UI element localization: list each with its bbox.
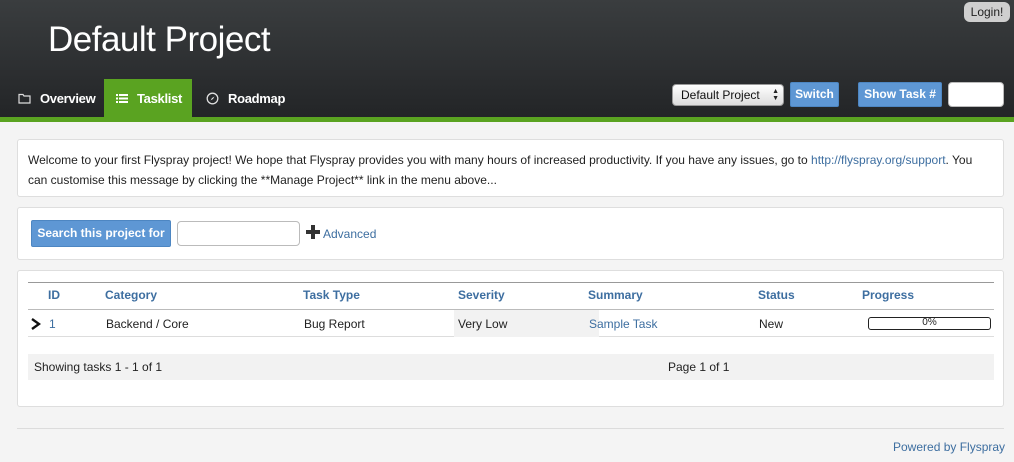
- column-header-status[interactable]: Status: [758, 288, 795, 302]
- page-indicator: Page 1 of 1: [668, 360, 730, 374]
- task-severity: Very Low: [458, 317, 508, 331]
- tab-tasklist[interactable]: Tasklist: [104, 79, 192, 117]
- task-number-input[interactable]: [948, 82, 1004, 107]
- column-header-progress[interactable]: Progress: [862, 288, 914, 302]
- show-task-button[interactable]: Show Task #: [858, 82, 942, 107]
- table-row[interactable]: 1 Backend / Core Bug Report Very Low Sam…: [28, 309, 994, 337]
- updown-arrows-icon: ▲ ▼: [772, 88, 779, 102]
- welcome-message: Welcome to your first Flyspray project! …: [17, 139, 1004, 197]
- task-summary-link[interactable]: Sample Task: [589, 317, 657, 331]
- tab-overview[interactable]: Overview: [6, 79, 107, 117]
- table-top-border: [28, 282, 994, 283]
- tab-roadmap[interactable]: Roadmap: [194, 79, 297, 117]
- table-footer: Showing tasks 1 - 1 of 1 Page 1 of 1: [28, 354, 994, 380]
- tab-overview-label: Overview: [40, 90, 96, 106]
- search-project-button[interactable]: Search this project for: [31, 220, 171, 247]
- task-status: New: [759, 317, 784, 331]
- plus-icon: [305, 224, 321, 243]
- advanced-label: Advanced: [323, 226, 377, 241]
- search-panel: Search this project for Advanced: [17, 207, 1004, 260]
- advanced-search-link[interactable]: Advanced: [305, 224, 376, 243]
- column-header-id[interactable]: ID: [48, 288, 60, 302]
- tab-roadmap-label: Roadmap: [228, 90, 286, 106]
- footer-divider: [17, 428, 1004, 429]
- compass-icon: [206, 92, 219, 105]
- switch-button[interactable]: Switch: [790, 82, 839, 107]
- welcome-text-before: Welcome to your first Flyspray project! …: [28, 153, 812, 167]
- list-icon: [116, 93, 128, 104]
- column-header-task-type[interactable]: Task Type: [303, 288, 360, 302]
- support-link[interactable]: http://flyspray.org/support: [811, 153, 946, 167]
- header-accent-line: [0, 117, 1014, 122]
- project-select-value: Default Project: [681, 88, 760, 102]
- folder-icon: [18, 93, 31, 104]
- search-input[interactable]: [177, 221, 300, 246]
- tab-tasklist-label: Tasklist: [137, 90, 183, 106]
- task-category: Backend / Core: [106, 317, 189, 331]
- task-type: Bug Report: [304, 317, 365, 331]
- task-table-panel: ID Category Task Type Severity Summary S…: [17, 270, 1004, 407]
- login-button[interactable]: Login!: [964, 2, 1010, 22]
- powered-by-link[interactable]: Powered by Flyspray: [893, 440, 1005, 454]
- project-select[interactable]: Default Project ▲ ▼: [672, 84, 784, 106]
- project-title: Default Project: [48, 20, 271, 59]
- row-pointer-icon: [31, 318, 42, 333]
- task-id-link[interactable]: 1: [49, 317, 56, 331]
- column-header-severity[interactable]: Severity: [458, 288, 505, 302]
- column-header-summary[interactable]: Summary: [588, 288, 643, 302]
- showing-tasks-text: Showing tasks 1 - 1 of 1: [34, 360, 163, 374]
- column-header-category[interactable]: Category: [105, 288, 157, 302]
- progress-bar: 0%: [868, 317, 991, 330]
